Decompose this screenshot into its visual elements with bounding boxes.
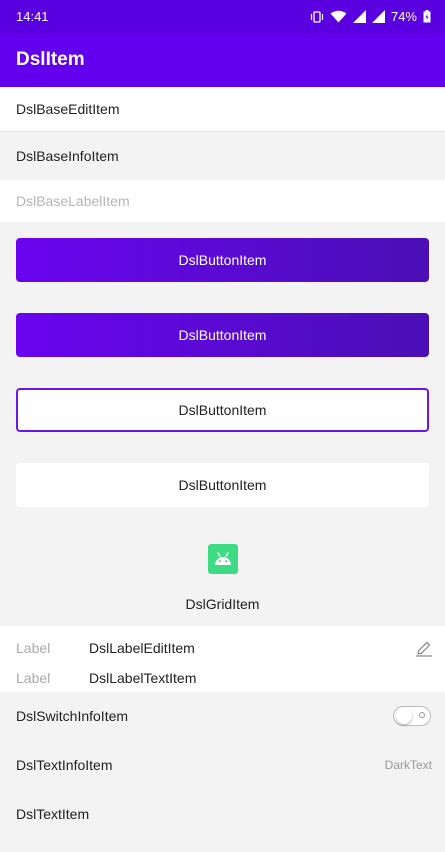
status-bar: 14:41 74% (0, 0, 445, 33)
text-info-label: DslTextInfoItem (16, 757, 113, 773)
battery-percent: 74% (390, 9, 417, 24)
button-item-2-label: DslButtonItem (178, 327, 267, 343)
base-edit-item[interactable]: DslBaseEditItem (0, 87, 445, 131)
status-icons: 74% (310, 9, 431, 24)
label-edit-value: DslLabelEditItem (89, 640, 195, 656)
signal-icon-2 (371, 10, 385, 23)
base-info-label: DslBaseInfoItem (16, 148, 119, 164)
vibrate-icon (310, 10, 324, 23)
app-title: DslItem (16, 49, 85, 70)
base-info-item[interactable]: DslBaseInfoItem (0, 132, 445, 180)
wifi-icon (330, 10, 347, 23)
button-item-3-label: DslButtonItem (178, 402, 267, 418)
switch-knob (396, 708, 412, 724)
button-item-outline[interactable]: DslButtonItem (16, 388, 429, 432)
battery-icon (423, 10, 431, 23)
label-text-key: Label (16, 670, 51, 686)
base-label-item: DslBaseLabelItem (0, 180, 445, 222)
label-text-value: DslLabelTextItem (89, 670, 197, 686)
grid-item[interactable]: DslGridItem (0, 528, 445, 624)
text-info-item[interactable]: DslTextInfoItem DarkText (0, 740, 445, 790)
button-item-1-label: DslButtonItem (178, 252, 267, 268)
toggle-switch[interactable] (393, 706, 431, 726)
button-item-plain[interactable]: DslButtonItem (16, 463, 429, 507)
base-edit-label: DslBaseEditItem (16, 101, 120, 117)
label-text-item: Label DslLabelTextItem (0, 670, 445, 692)
text-item-label: DslTextItem (16, 806, 90, 822)
grid-item-label: DslGridItem (185, 596, 260, 612)
label-edit-item[interactable]: Label DslLabelEditItem (0, 626, 445, 670)
text-item[interactable]: DslTextItem (0, 790, 445, 838)
switch-off-indicator (419, 712, 425, 718)
base-label-text: DslBaseLabelItem (16, 193, 130, 209)
app-bar: DslItem (0, 33, 445, 87)
label-edit-key: Label (16, 640, 51, 656)
text-info-right-text: DarkText (384, 758, 432, 772)
switch-info-item[interactable]: DslSwitchInfoItem (0, 692, 445, 740)
button-item-2[interactable]: DslButtonItem (16, 313, 429, 357)
status-time: 14:41 (16, 9, 49, 24)
switch-info-label: DslSwitchInfoItem (16, 708, 129, 724)
signal-icon (352, 10, 366, 23)
button-item-1[interactable]: DslButtonItem (16, 238, 429, 282)
button-item-4-label: DslButtonItem (178, 477, 267, 493)
android-icon (207, 544, 238, 574)
pencil-icon[interactable] (415, 639, 433, 657)
